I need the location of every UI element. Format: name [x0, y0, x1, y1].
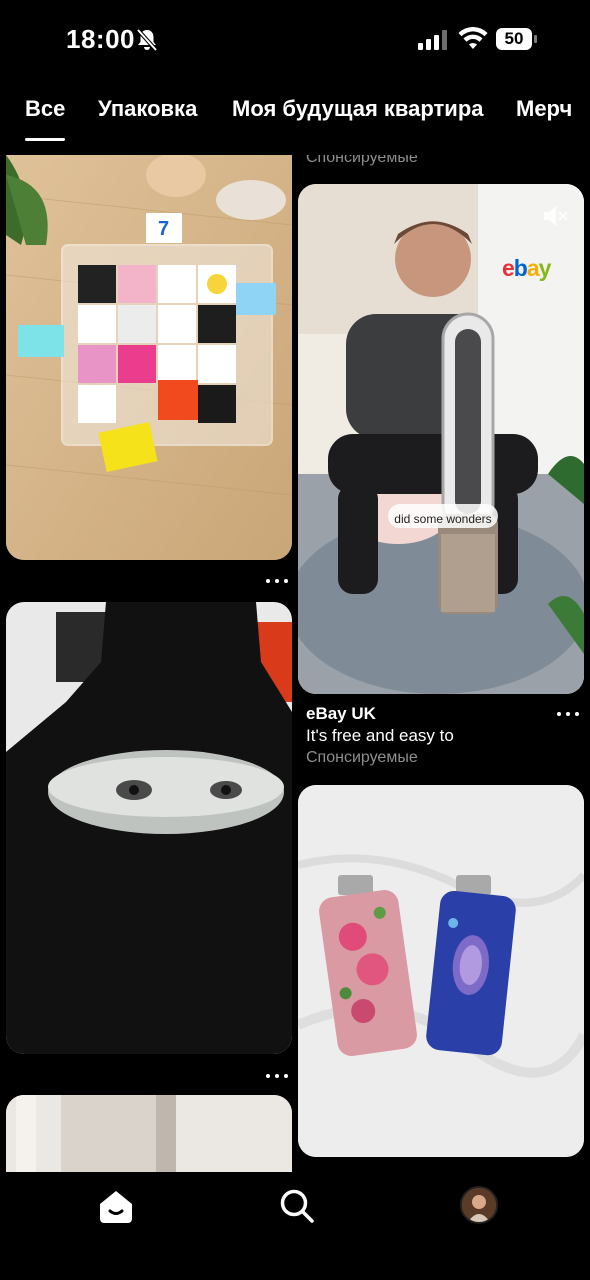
advertiser-name[interactable]: eBay UK: [306, 704, 376, 724]
video-caption: did some wonders: [394, 512, 492, 526]
profile-avatar[interactable]: [460, 1186, 498, 1224]
pin-more-button[interactable]: [557, 710, 581, 718]
sponsored-label: Спонсируемые: [306, 155, 418, 166]
battery-indicator: 50: [496, 28, 538, 52]
pin-puzzle-frame[interactable]: 7: [6, 155, 292, 560]
puzzle-frame-image: 7: [6, 155, 292, 560]
search-icon[interactable]: [277, 1186, 317, 1226]
ebay-logo: ebay: [502, 255, 551, 281]
hallway-image: [6, 1095, 292, 1172]
battery-cap: [534, 35, 537, 43]
bottom-navigation: [0, 1172, 590, 1280]
pin-feed[interactable]: 7 Спонсируемые ebay did some wonders eBa…: [0, 155, 590, 1172]
pin-hoodie[interactable]: [6, 602, 292, 1054]
status-time: 18:00: [66, 24, 135, 54]
avatar-image: [462, 1188, 496, 1222]
tab-packaging[interactable]: Упаковка: [98, 96, 197, 122]
pin-description: It's free and easy to: [306, 726, 454, 745]
pin-beaded-lighters[interactable]: [298, 785, 584, 1157]
pin-hallway[interactable]: [6, 1095, 292, 1172]
home-icon[interactable]: [96, 1186, 136, 1226]
bell-muted-icon: [136, 28, 158, 52]
tab-all[interactable]: Все: [25, 96, 65, 122]
svg-text:7: 7: [158, 218, 169, 240]
active-tab-indicator: [25, 138, 65, 141]
wifi-icon: [458, 27, 488, 49]
cellular-signal-icon: [418, 30, 447, 50]
mute-icon[interactable]: [541, 203, 569, 229]
pin-more-button[interactable]: [266, 577, 290, 585]
battery-level: 50: [496, 28, 532, 50]
tab-future-apartment[interactable]: Моя будущая квартира: [232, 96, 484, 122]
sponsored-label: Спонсируемые: [306, 749, 418, 766]
pin-more-button[interactable]: [266, 1072, 290, 1080]
tab-merch[interactable]: Мерч: [516, 96, 572, 122]
lighters-image: [298, 785, 584, 1157]
status-bar: 18:00 50: [0, 0, 590, 80]
board-tabs: Все Упаковка Моя будущая квартира Мерч: [0, 96, 590, 146]
hoodie-image: [6, 602, 292, 1054]
